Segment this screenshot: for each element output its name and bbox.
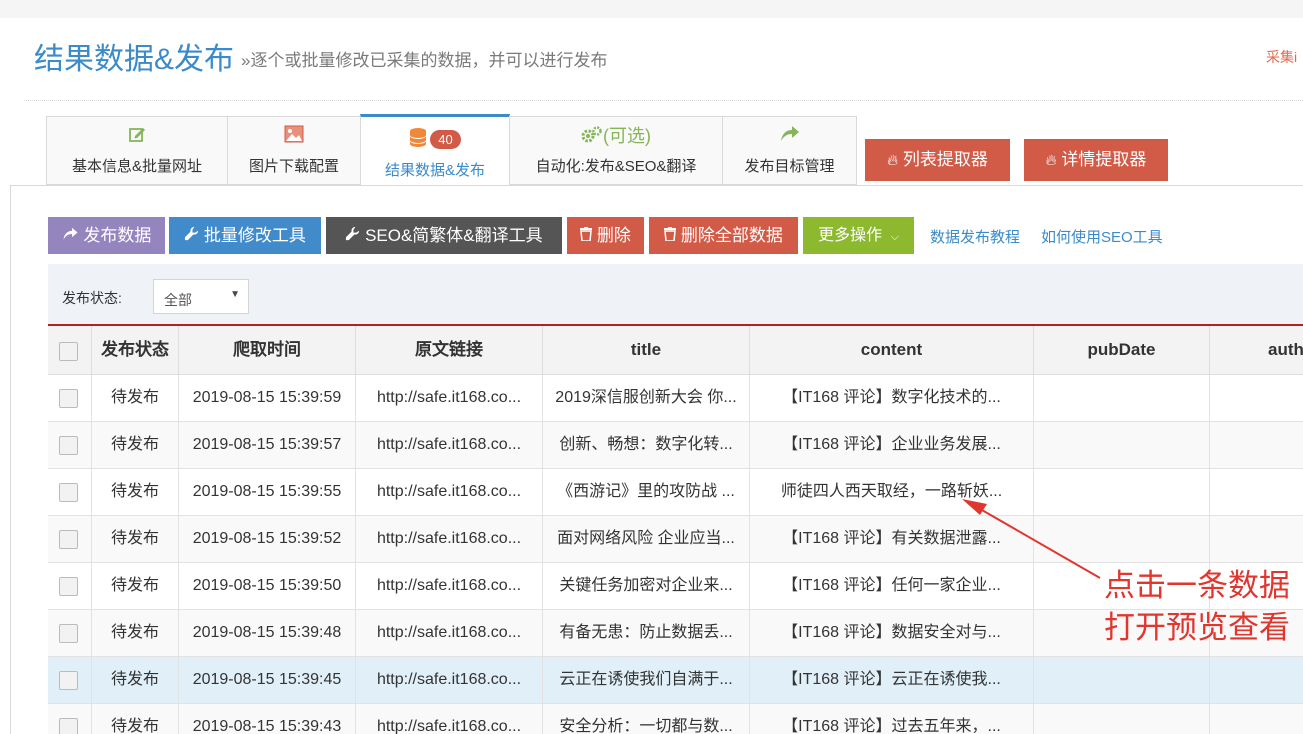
app-window: 结果数据&发布 »逐个或批量修改已采集的数据，并可以进行发布 采集i 基本信息&… <box>0 0 1303 734</box>
annotation-text-line1: 点击一条数据 <box>1104 568 1290 604</box>
annotation-text-line2: 打开预览查看 <box>1104 610 1290 646</box>
annotation-arrow-line <box>974 505 1101 579</box>
annotation-arrow-head <box>962 499 987 515</box>
